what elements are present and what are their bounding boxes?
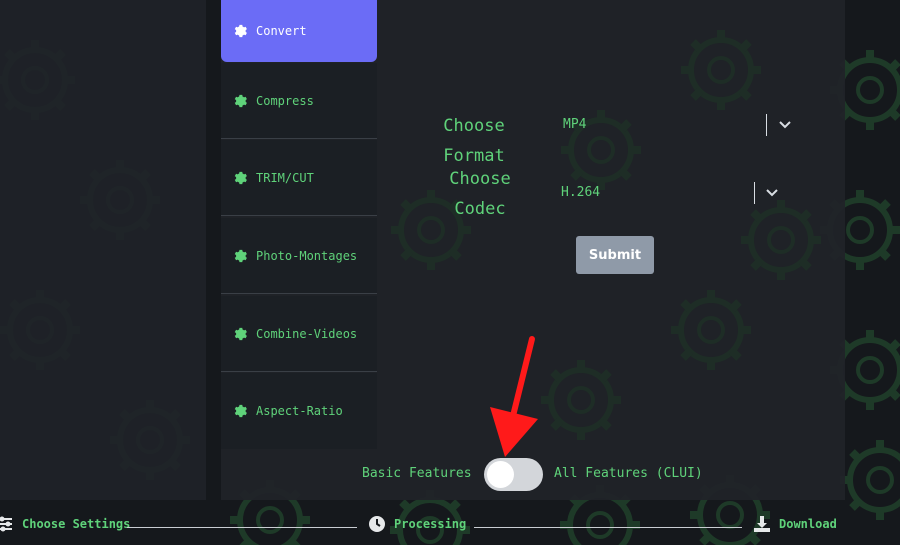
- sidebar-item-trim-cut[interactable]: TRIM/CUT: [221, 140, 377, 216]
- gear-icon: [233, 24, 247, 38]
- chevron-down-icon: [779, 121, 791, 129]
- feature-sidebar: Convert Compress TRIM/CUT Photo-Montages…: [221, 0, 377, 449]
- download-icon: [753, 515, 771, 533]
- clock-icon: [368, 515, 386, 533]
- step-label: Download: [779, 517, 837, 531]
- features-toggle-switch[interactable]: [484, 458, 543, 491]
- step-label: Processing: [394, 517, 467, 531]
- codec-select[interactable]: H.264: [554, 180, 784, 206]
- codec-label-line2: Codec: [454, 199, 506, 219]
- format-select-value: MP4: [563, 117, 587, 132]
- sidebar-item-compress[interactable]: Compress: [221, 63, 377, 139]
- codec-label-line1: Choose: [449, 169, 511, 189]
- sidebar-item-combine-videos[interactable]: Combine-Videos: [221, 296, 377, 372]
- sidebar-item-convert[interactable]: Convert: [221, 0, 377, 62]
- step-processing: Processing: [368, 515, 466, 533]
- sidebar-item-label: Combine-Videos: [256, 326, 358, 341]
- format-label: Choose Format: [443, 116, 505, 166]
- sidebar-item-label: Convert: [256, 24, 307, 38]
- annotation-arrow-icon: [490, 336, 538, 457]
- select-divider: [766, 114, 767, 136]
- step-download: Download: [753, 515, 837, 533]
- sidebar-item-label: Aspect-Ratio: [256, 404, 343, 418]
- sidebar-item-label: TRIM/CUT: [256, 170, 314, 185]
- sidebar-item-label: Photo-Montages: [256, 248, 358, 263]
- chevron-down-icon: [766, 189, 778, 197]
- step-connector: [474, 527, 742, 528]
- gear-icon: [233, 404, 247, 418]
- basic-features-label: Basic Features: [362, 466, 472, 481]
- gear-icon: [233, 327, 247, 341]
- gear-icon: [233, 94, 247, 108]
- all-features-label: All Features (CLUI): [554, 466, 703, 481]
- step-label: Choose Settings: [22, 517, 131, 531]
- select-divider: [754, 182, 755, 204]
- sidebar-item-aspect-ratio[interactable]: Aspect-Ratio: [221, 373, 377, 449]
- gear-icon: [233, 249, 247, 263]
- format-select[interactable]: MP4: [556, 112, 796, 138]
- sidebar-item-photo-montages[interactable]: Photo-Montages: [221, 218, 377, 294]
- codec-select-value: H.264: [561, 185, 601, 200]
- left-panel: [0, 0, 206, 500]
- toggle-knob: [487, 461, 514, 488]
- settings-sliders-icon: [0, 515, 14, 533]
- step-choose-settings: Choose Settings: [0, 515, 130, 533]
- gear-icon: [233, 171, 247, 185]
- step-connector: [127, 527, 357, 528]
- sidebar-item-label: Compress: [256, 93, 314, 108]
- submit-button[interactable]: Submit: [576, 236, 654, 274]
- codec-label: Choose Codec: [440, 164, 520, 224]
